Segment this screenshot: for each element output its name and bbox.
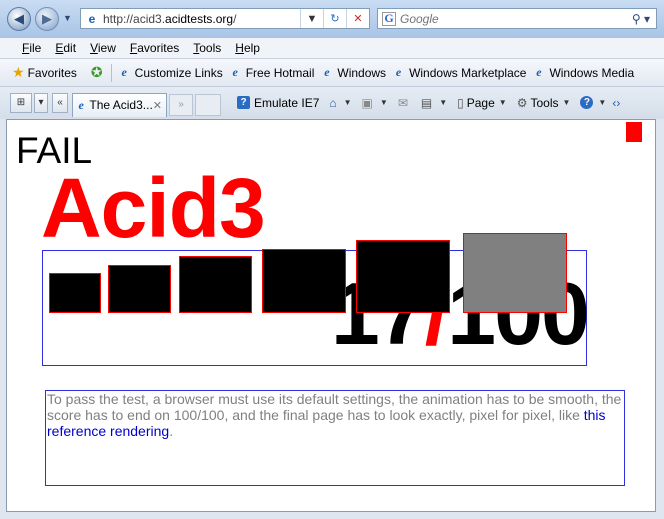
address-text[interactable]: http://acid3.acidtests.org/ <box>103 12 300 26</box>
forward-button[interactable]: ▶ <box>35 7 59 31</box>
compat-icon: ? <box>237 96 250 109</box>
double-chevron-left-icon: « <box>57 97 63 108</box>
bucket-2 <box>108 265 171 313</box>
chevron-down-icon: ▾ <box>38 97 44 108</box>
acid3-title: Acid3 <box>41 161 266 255</box>
new-tab-button[interactable] <box>195 93 221 116</box>
ie-page-icon: e <box>78 97 84 112</box>
ie-page-icon: e <box>324 65 330 79</box>
fav-link-marketplace[interactable]: e Windows Marketplace <box>392 65 527 80</box>
tab-bar: ⊞ ▾ « e The Acid3... ✕ » ? Emulate IE7 ⌂ ▼… <box>0 87 664 118</box>
refresh-button[interactable]: ↻ <box>323 9 346 28</box>
refresh-icon: ↻ <box>330 13 340 25</box>
emulate-ie7-button[interactable]: ? Emulate IE7 <box>237 96 319 110</box>
mail-button[interactable]: ✉ <box>398 96 411 110</box>
bucket-6 <box>463 233 567 313</box>
browser-chrome: ◀ ▶ ▼ e http://acid3.acidtests.org/ ▼ ↻ … <box>0 0 664 119</box>
print-button[interactable]: ▤ ▼ <box>421 96 447 110</box>
search-input[interactable] <box>400 11 626 26</box>
ie-page-icon: e <box>232 65 238 79</box>
fav-link-windows[interactable]: e Windows <box>320 65 386 80</box>
double-chevron-right-icon: » <box>178 99 184 110</box>
tab-scroll-right-button[interactable]: » <box>169 93 193 116</box>
recent-pages-dropdown[interactable]: ▼ <box>63 13 72 23</box>
mail-icon: ✉ <box>397 95 408 110</box>
back-button[interactable]: ◀ <box>7 7 31 31</box>
stop-icon: ✕ <box>353 13 363 25</box>
google-icon: G <box>382 11 396 26</box>
gear-icon: ⚙ <box>516 95 528 110</box>
ie-page-icon: e <box>395 65 402 79</box>
fav-link-customize[interactable]: e Customize Links <box>118 65 222 80</box>
tab-scroll-left-button[interactable]: « <box>52 92 68 113</box>
star-icon: ★ <box>12 64 25 80</box>
divider <box>110 63 112 82</box>
bucket-4 <box>262 249 346 313</box>
quick-tabs-icon: ⊞ <box>16 97 26 108</box>
fav-link-hotmail[interactable]: e Free Hotmail <box>229 65 315 80</box>
menu-tools[interactable]: Tools <box>193 41 221 55</box>
address-bar[interactable]: e http://acid3.acidtests.org/ ▼ ↻ ✕ <box>80 8 370 29</box>
ie-page-icon: e <box>88 11 96 26</box>
menu-bar: File Edit View Favorites Tools Help <box>0 38 664 59</box>
tools-menu-button[interactable]: ⚙ Tools ▼ <box>517 96 571 110</box>
bucket-1 <box>49 273 101 313</box>
page-menu-button[interactable]: ▯ Page ▼ <box>457 96 507 110</box>
expand-arrows-icon: ‹› <box>612 95 621 110</box>
add-favorite-icon: ✪ <box>90 64 103 80</box>
bucket-5 <box>356 240 450 313</box>
home-button[interactable]: ⌂ ▼ <box>329 96 351 110</box>
favorites-button[interactable]: ★ Favorites <box>12 64 77 81</box>
page-icon: ▯ <box>457 95 464 110</box>
rss-icon: ▣ <box>361 95 373 110</box>
red-square <box>626 122 642 142</box>
tab-acid3[interactable]: e The Acid3... ✕ <box>72 92 167 117</box>
ie-page-icon: e <box>536 65 542 79</box>
help-menu-button[interactable]: ? ▼ <box>580 96 606 109</box>
forward-arrow-icon: ▶ <box>42 11 52 26</box>
navigation-bar: ◀ ▶ ▼ e http://acid3.acidtests.org/ ▼ ↻ … <box>0 0 664 38</box>
search-button[interactable]: ⚲ ▾ <box>626 12 656 26</box>
add-favorite-button[interactable]: ✪ <box>91 64 103 81</box>
back-arrow-icon: ◀ <box>14 11 24 26</box>
search-box[interactable]: G ⚲ ▾ <box>377 8 657 29</box>
favorites-bar: ★ Favorites ✪ e Customize Links e Free Hot… <box>0 59 664 87</box>
fav-link-media[interactable]: e Windows Media <box>532 65 634 80</box>
menu-view[interactable]: View <box>90 41 116 55</box>
research-button[interactable]: ‹› <box>612 96 623 110</box>
stop-button[interactable]: ✕ <box>346 9 369 28</box>
help-icon: ? <box>580 96 594 109</box>
feeds-button[interactable]: ▣ ▼ <box>362 96 388 110</box>
menu-help[interactable]: Help <box>235 41 260 55</box>
close-tab-icon[interactable]: ✕ <box>153 99 162 112</box>
menu-favorites[interactable]: Favorites <box>130 41 179 55</box>
menu-file[interactable]: File <box>22 41 41 55</box>
ie-page-icon: e <box>121 65 127 79</box>
quick-tabs-button[interactable]: ⊞ <box>10 92 32 113</box>
tab-title: The Acid3... <box>89 98 153 112</box>
address-dropdown-icon[interactable]: ▼ <box>300 9 323 28</box>
home-icon: ⌂ <box>329 95 337 110</box>
menu-edit[interactable]: Edit <box>55 41 76 55</box>
tab-list-button[interactable]: ▾ <box>34 92 48 113</box>
bucket-3 <box>179 256 252 313</box>
page-viewport[interactable]: FAIL Acid3 17/100 To pass the test, a br… <box>6 119 656 512</box>
magnifier-icon: ⚲ <box>631 11 641 26</box>
printer-icon: ▤ <box>420 95 433 110</box>
instructions-box: To pass the test, a browser must use its… <box>45 390 625 486</box>
